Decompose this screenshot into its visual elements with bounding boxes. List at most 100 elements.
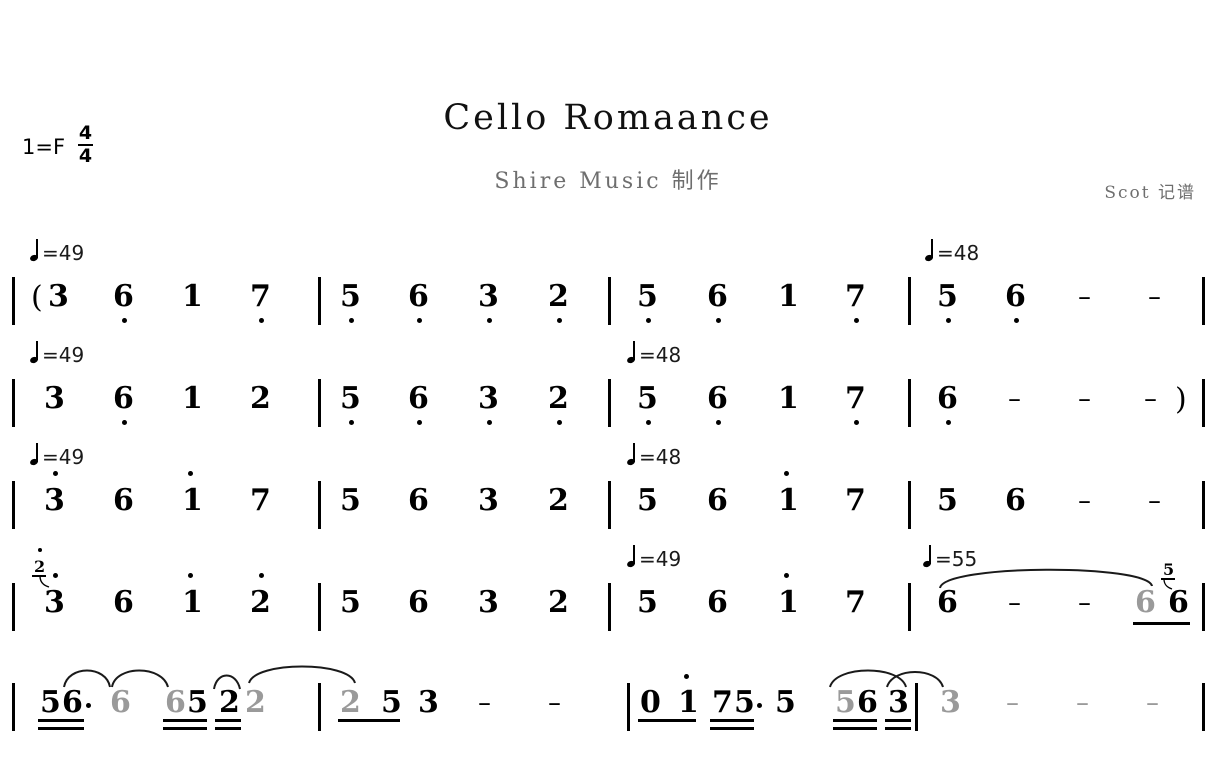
beam [638,719,696,722]
barline [12,481,15,529]
grace-note: 2 [34,557,46,576]
staff-row-5: 5 6 6 6 5 2 2 2 5 3 – – 0 1 7 5 5 5 6 3 [0,655,1216,755]
barline [608,379,611,427]
octave-dot-low [716,318,721,323]
note: 6 [62,685,83,720]
octave-dot-low [487,318,492,323]
octave-dot-high [684,674,689,679]
note: 5 [937,279,958,314]
tempo-mark: =49 [30,239,85,265]
note-highlighted: 3 [940,685,961,720]
note: 6 [408,483,429,518]
staff-row-4: =49 =55 2 3 6 1 2 5 6 3 2 5 6 1 7 6 – – … [0,545,1216,646]
tempo-mark: =49 [30,443,84,467]
note: 6 [408,585,429,620]
barline [908,481,911,529]
note: 6 [408,279,429,314]
note: 5 [637,279,658,314]
barline [12,683,15,731]
note: 1 [182,279,203,314]
octave-dot-high [53,573,58,578]
sustain-dash: – [1078,486,1091,516]
barline [627,683,630,731]
note: 5 [637,585,658,620]
note: 6 [1005,483,1026,518]
note: 1 [778,279,799,314]
note: 1 [778,585,799,620]
note: 7 [845,279,866,314]
note: 5 [937,483,958,518]
note: 3 [478,381,499,416]
barline [908,583,911,631]
octave-dot-low [122,318,127,323]
note: 6 [707,381,728,416]
quarter-note-icon [30,341,41,363]
barline [608,583,611,631]
note-highlighted: 2 [340,685,361,720]
note: 5 [340,483,361,518]
barline [1202,583,1205,631]
note: 2 [548,483,569,518]
note: 3 [44,585,65,620]
beam [215,727,241,730]
note: 2 [250,585,271,620]
staff-row-2: =49 =48 3 6 1 2 5 6 3 2 5 6 1 7 6 – – – … [0,341,1216,442]
note: 6 [1005,279,1026,314]
note: 1 [778,381,799,416]
barline [608,277,611,325]
note: 1 [778,483,799,518]
note: 5 [381,685,402,720]
note: 3 [478,585,499,620]
tempo-mark: =48 [627,341,682,367]
note: 1 [678,685,699,720]
octave-dot-low [946,318,951,323]
note: 5 [637,483,658,518]
quarter-note-icon [925,239,936,261]
beam [833,719,877,722]
note: 1 [182,585,203,620]
note: 3 [44,381,65,416]
beam [710,719,754,722]
beam [710,727,754,730]
note: 6 [707,279,728,314]
barline [12,583,15,631]
note: 2 [548,381,569,416]
barline [1202,277,1205,325]
tempo-mark: =48 [627,443,681,467]
tempo-value: =49 [42,241,85,265]
octave-dot-high [53,471,58,476]
note: 3 [888,685,909,720]
grace-slur [1163,579,1173,590]
tempo-value: =48 [639,343,682,367]
barline [318,583,321,631]
note: 2 [548,279,569,314]
note-highlighted: 6 [165,685,186,720]
octave-dot-low [349,318,354,323]
beam [338,719,400,722]
song-title: Cello Romaance [443,98,773,138]
note: 7 [712,685,733,720]
note: 5 [187,685,208,720]
octave-dot-low [854,420,859,425]
barline [318,683,321,731]
note: 3 [478,279,499,314]
note: 2 [219,685,240,720]
note: 5 [775,685,796,720]
phrase-close-paren: ) [1175,382,1187,417]
beam [833,727,877,730]
phrase-open-paren: ( [31,280,43,315]
beam [215,719,241,722]
quarter-note-icon [30,239,41,261]
quarter-note-icon [627,341,638,363]
barline [1202,683,1205,731]
octave-dot-low [417,318,422,323]
note: 5 [340,279,361,314]
octave-dot-high [784,573,789,578]
key-signature-label: 1=F [22,135,66,160]
sustain-dash: – [1008,384,1021,414]
note: 6 [408,381,429,416]
rest-note: 0 [640,685,661,720]
sustain-dash: – [1144,384,1157,414]
note: 2 [548,585,569,620]
barline [318,379,321,427]
